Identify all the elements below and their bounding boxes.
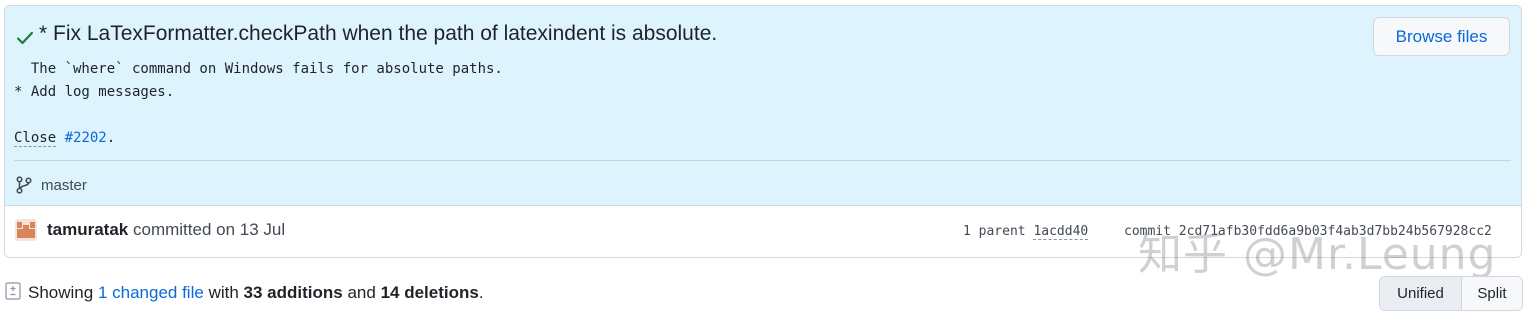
avatar-pattern	[15, 219, 37, 241]
additions-count: 33 additions	[243, 283, 343, 302]
parent-label: 1 parent	[963, 224, 1026, 239]
close-keyword: Close	[14, 130, 57, 147]
commit-sha-value: 2cd71afb30fdd6a9b03f4ab3d7bb24b567928cc2	[1178, 224, 1492, 239]
description-line: The `where` command on Windows fails for…	[14, 61, 503, 77]
description-line	[14, 104, 503, 127]
divider	[14, 160, 1511, 161]
commit-header: * Fix LaTexFormatter.checkPath when the …	[5, 6, 1521, 206]
close-issue-line: Close #2202.	[14, 127, 503, 150]
summary-with: with	[208, 283, 239, 302]
commit-box: * Fix LaTexFormatter.checkPath when the …	[4, 5, 1522, 258]
browse-files-button[interactable]: Browse files	[1373, 17, 1510, 56]
commit-meta: tamuratak committed on 13 Jul 1 parent 1…	[5, 206, 1521, 257]
git-branch-icon	[16, 176, 32, 194]
diff-summary: Showing 1 changed file with 33 additions…	[28, 283, 484, 303]
diff-view-toggle: Unified Split	[1379, 276, 1523, 311]
commit-label: commit	[1124, 224, 1171, 239]
summary-prefix: Showing	[28, 283, 94, 302]
file-diff-icon	[5, 282, 21, 300]
commit-sha: commit 2cd71afb30fdd6a9b03f4ab3d7bb24b56…	[1124, 224, 1492, 239]
commit-description: The `where` command on Windows fails for…	[14, 58, 503, 150]
parent-sha-link[interactable]: 1acdd40	[1033, 224, 1089, 240]
committed-date: committed on 13 Jul	[133, 220, 286, 239]
branch-name[interactable]: master	[41, 177, 87, 194]
issue-link[interactable]: #2202	[65, 130, 107, 146]
unified-view-button[interactable]: Unified	[1380, 277, 1462, 310]
avatar[interactable]	[15, 219, 37, 241]
summary-suffix: .	[478, 283, 484, 302]
check-icon	[17, 31, 33, 45]
close-suffix: .	[106, 130, 116, 146]
author-link[interactable]: tamuratak	[47, 220, 128, 240]
commit-title: * Fix LaTexFormatter.checkPath when the …	[39, 22, 718, 45]
description-line: * Add log messages.	[14, 84, 175, 100]
split-view-button[interactable]: Split	[1462, 277, 1522, 310]
deletions-count: 14 deletions	[380, 283, 479, 302]
summary-and: and	[347, 283, 376, 302]
parent-info: 1 parent 1acdd40	[963, 224, 1089, 240]
changed-files-link[interactable]: 1 changed file	[98, 283, 204, 302]
